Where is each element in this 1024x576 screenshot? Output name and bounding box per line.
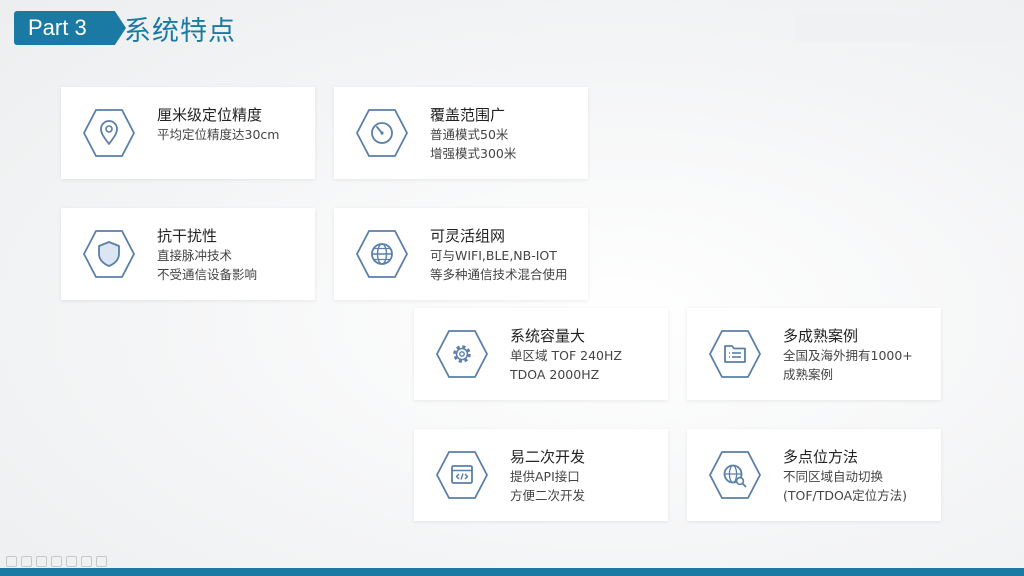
menu-tool-icon[interactable]: [96, 556, 107, 567]
location-pin-icon: [83, 109, 135, 157]
feature-line: 成熟案例: [783, 367, 834, 382]
eraser-tool-icon[interactable]: [36, 556, 47, 567]
feature-line: 单区域 TOF 240HZ: [510, 348, 622, 363]
slides-tool-icon[interactable]: [81, 556, 92, 567]
gauge-icon: [356, 109, 408, 157]
feature-line: 提供API接口: [510, 469, 580, 484]
play-tool-icon[interactable]: [66, 556, 77, 567]
feature-line: 全国及海外拥有1000+: [783, 348, 913, 363]
globe-icon: [356, 230, 408, 278]
feature-card-capacity: 系统容量大 单区域 TOF 240HZ TDOA 2000HZ: [414, 308, 668, 400]
code-window-icon: [436, 451, 488, 499]
shield-icon: [83, 230, 135, 278]
bottom-accent-bar: [0, 568, 1024, 576]
gear-icon: [436, 330, 488, 378]
feature-line: 平均定位精度达30cm: [157, 127, 280, 142]
part-label-tag: Part 3: [14, 11, 126, 45]
feature-title: 多成熟案例: [783, 327, 859, 345]
pointer-tool-icon[interactable]: [51, 556, 62, 567]
feature-line: 直接脉冲技术: [157, 248, 233, 263]
header-placeholder-box: [795, 14, 1013, 42]
part-label: Part 3: [28, 15, 87, 40]
feature-line: 增强模式300米: [430, 146, 517, 161]
feature-line: 不同区域自动切换: [783, 469, 884, 484]
feature-title: 系统容量大: [510, 327, 586, 345]
globe-search-icon: [709, 451, 761, 499]
feature-line: 可与WIFI,BLE,NB-IOT: [430, 248, 557, 263]
feature-line: 不受通信设备影响: [157, 267, 258, 282]
highlighter-tool-icon[interactable]: [21, 556, 32, 567]
feature-card-cases: 多成熟案例 全国及海外拥有1000+ 成熟案例: [687, 308, 941, 400]
feature-card-development: 易二次开发 提供API接口 方便二次开发: [414, 429, 668, 521]
page-title: 系统特点: [124, 16, 236, 47]
feature-card-multi-positioning: 多点位方法 不同区域自动切换 (TOF/TDOA定位方法): [687, 429, 941, 521]
feature-card-networking: 可灵活组网 可与WIFI,BLE,NB-IOT 等多种通信技术混合使用: [334, 208, 588, 300]
feature-title: 多点位方法: [783, 448, 859, 466]
feature-title: 厘米级定位精度: [157, 106, 263, 124]
feature-line: TDOA 2000HZ: [510, 367, 600, 382]
feature-title: 可灵活组网: [430, 227, 506, 245]
feature-card-precision: 厘米级定位精度 平均定位精度达30cm: [61, 87, 315, 179]
feature-line: 等多种通信技术混合使用: [430, 267, 568, 282]
pen-tool-icon[interactable]: [6, 556, 17, 567]
feature-card-coverage: 覆盖范围广 普通模式50米 增强模式300米: [334, 87, 588, 179]
feature-title: 易二次开发: [510, 448, 586, 466]
feature-line: 普通模式50米: [430, 127, 509, 142]
slide-toolbar: [6, 556, 107, 567]
feature-line: 方便二次开发: [510, 488, 586, 503]
feature-line: (TOF/TDOA定位方法): [783, 488, 908, 503]
feature-title: 覆盖范围广: [430, 106, 506, 124]
folder-list-icon: [709, 330, 761, 378]
feature-card-anti-interference: 抗干扰性 直接脉冲技术 不受通信设备影响: [61, 208, 315, 300]
feature-title: 抗干扰性: [157, 227, 218, 245]
